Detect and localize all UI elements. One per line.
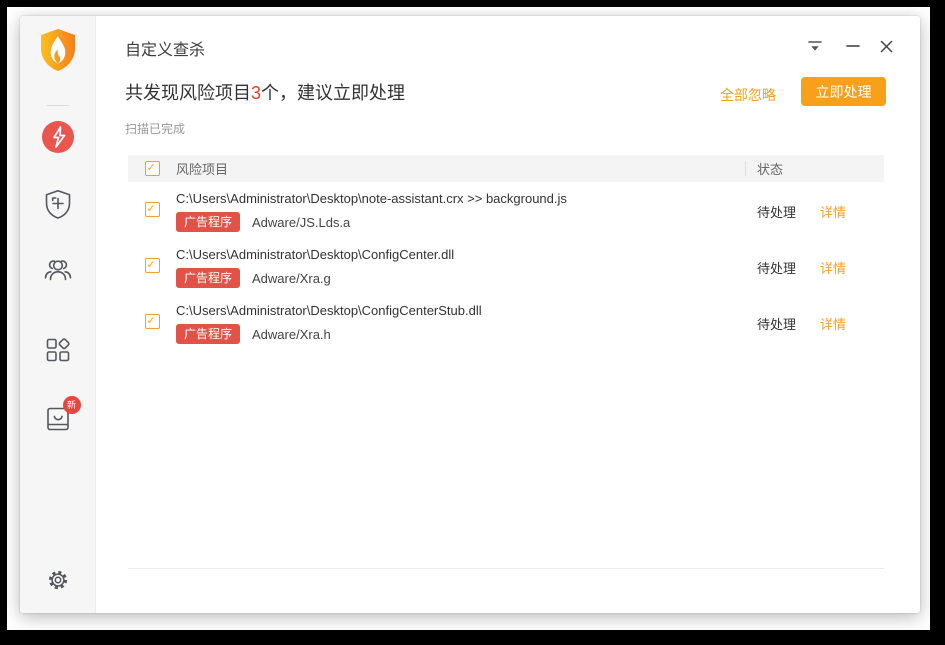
risk-table: 风险项目 状态 C:\Users\Administrator\Desktop\n… [128,155,884,350]
row-checkbox[interactable] [145,202,160,217]
table-header: 风险项目 状态 [128,155,884,182]
threat-name: Adware/JS.Lds.a [252,215,350,230]
huorong-logo [38,28,78,72]
details-link[interactable]: 详情 [820,314,846,333]
risk-item: C:\Users\Administrator\Desktop\note-assi… [176,191,736,232]
table-row: C:\Users\Administrator\Desktop\ConfigCen… [128,238,884,294]
sidebar: 新 [20,16,96,613]
status-label: 待处理 [757,258,796,277]
heading-suffix: 个，建议立即处理 [261,83,405,103]
row-checkbox[interactable] [145,258,160,273]
file-path: C:\Users\Administrator\Desktop\note-assi… [176,191,736,206]
column-header-risk: 风险项目 [176,159,228,178]
table-row: C:\Users\Administrator\Desktop\note-assi… [128,182,884,238]
threat-name: Adware/Xra.h [252,327,331,342]
threat-type-badge: 广告程序 [176,324,240,344]
row-checkbox[interactable] [145,314,160,329]
shield-plus-icon [44,189,71,220]
close-icon [879,39,894,54]
file-path: C:\Users\Administrator\Desktop\ConfigCen… [176,247,736,262]
close-button[interactable] [874,34,898,58]
settings-button[interactable] [45,567,71,593]
people-icon [43,257,73,283]
threat-name: Adware/Xra.g [252,271,331,286]
gear-icon [45,567,71,593]
menu-arrow-icon [807,40,823,53]
sidebar-divider [47,105,69,106]
sidebar-item-protection-center[interactable] [44,189,71,220]
file-path: C:\Users\Administrator\Desktop\ConfigCen… [176,303,736,318]
sidebar-item-app-store[interactable]: 新 [45,405,71,433]
flame-shield-logo-icon [38,28,78,72]
risk-item: C:\Users\Administrator\Desktop\ConfigCen… [176,303,736,344]
risk-count: 3 [251,83,261,103]
column-header-status: 状态 [757,159,783,178]
sidebar-item-access-control[interactable] [43,257,73,283]
main-menu-button[interactable] [803,34,827,58]
status-label: 待处理 [757,314,796,333]
column-divider [745,161,746,176]
heading-prefix: 共发现风险项目 [125,83,251,103]
handle-now-button[interactable]: 立即处理 [801,77,886,106]
threat-type-badge: 广告程序 [176,212,240,232]
ignore-all-button[interactable]: 全部忽略 [720,85,776,105]
window-title: 自定义查杀 [125,36,205,60]
threat-type-badge: 广告程序 [176,268,240,288]
new-badge: 新 [63,396,81,414]
app-window: 新 自定义查杀 共发现风险项目3个，建议立即处理 全部忽略 立即处理 扫描已完成 [20,16,920,613]
details-link[interactable]: 详情 [820,202,846,221]
risk-item: C:\Users\Administrator\Desktop\ConfigCen… [176,247,736,288]
lightning-circle-icon [41,120,75,154]
sidebar-item-virus-scan[interactable] [41,120,75,154]
content-divider [128,568,884,569]
sidebar-item-security-tools[interactable] [45,337,71,363]
table-row: C:\Users\Administrator\Desktop\ConfigCen… [128,294,884,350]
scan-status: 扫描已完成 [125,120,185,137]
grid-icon [45,337,71,363]
details-link[interactable]: 详情 [820,258,846,277]
status-label: 待处理 [757,202,796,221]
minimize-icon [846,44,860,48]
summary-heading: 共发现风险项目3个，建议立即处理 [125,79,405,105]
select-all-checkbox[interactable] [145,161,160,176]
minimize-button[interactable] [841,34,865,58]
